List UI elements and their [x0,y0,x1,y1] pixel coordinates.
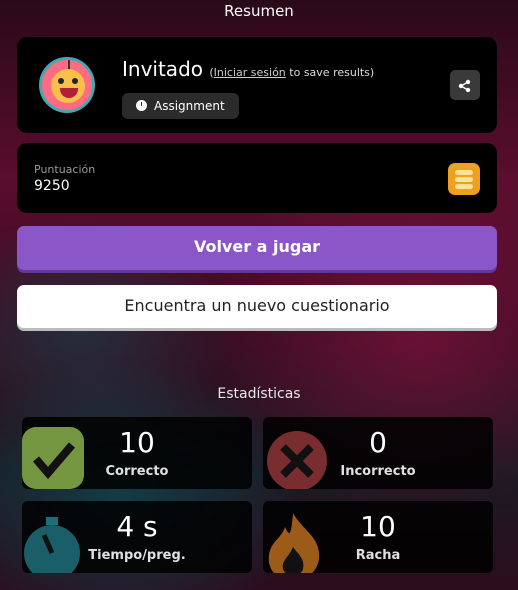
stat-streak: 10 Racha [263,501,493,573]
stat-label: Incorrecto [340,464,416,479]
score-label: Puntuación [34,163,96,176]
stats-title: Estadísticas [217,386,301,402]
assignment-label: Assignment [154,99,225,113]
clock-icon [136,100,147,111]
login-suffix: to save results [289,66,370,79]
stat-time-per-question: 4 s Tiempo/preg. [22,501,252,573]
stat-label: Racha [355,548,401,563]
score-value: 9250 [34,178,70,194]
stat-value: 4 s [116,510,158,543]
stat-label: Tiempo/preg. [88,548,186,563]
stat-value: 0 [369,426,387,459]
summary-title: Resumen [224,2,294,20]
stat-correct: 10 Correcto [22,417,252,489]
stat-incorrect: 0 Incorrecto [263,417,493,489]
player-name-row: Invitado (Iniciar sesión to save results… [122,57,375,81]
assignment-badge: Assignment [122,93,239,119]
coins-icon [448,163,480,195]
stat-value: 10 [360,510,396,543]
stat-label: Correcto [105,464,169,479]
player-name: Invitado [122,57,203,81]
avatar [39,57,95,113]
play-again-button[interactable]: Volver a jugar [17,226,497,270]
share-button[interactable] [450,70,480,100]
share-icon [458,79,471,92]
login-link[interactable]: Iniciar sesión [214,66,286,79]
score-card: Puntuación 9250 [17,143,497,213]
find-new-quiz-button[interactable]: Encuentra un nuevo cuestionario [17,285,497,328]
player-card: Invitado (Iniciar sesión to save results… [17,37,497,133]
stat-value: 10 [119,426,155,459]
